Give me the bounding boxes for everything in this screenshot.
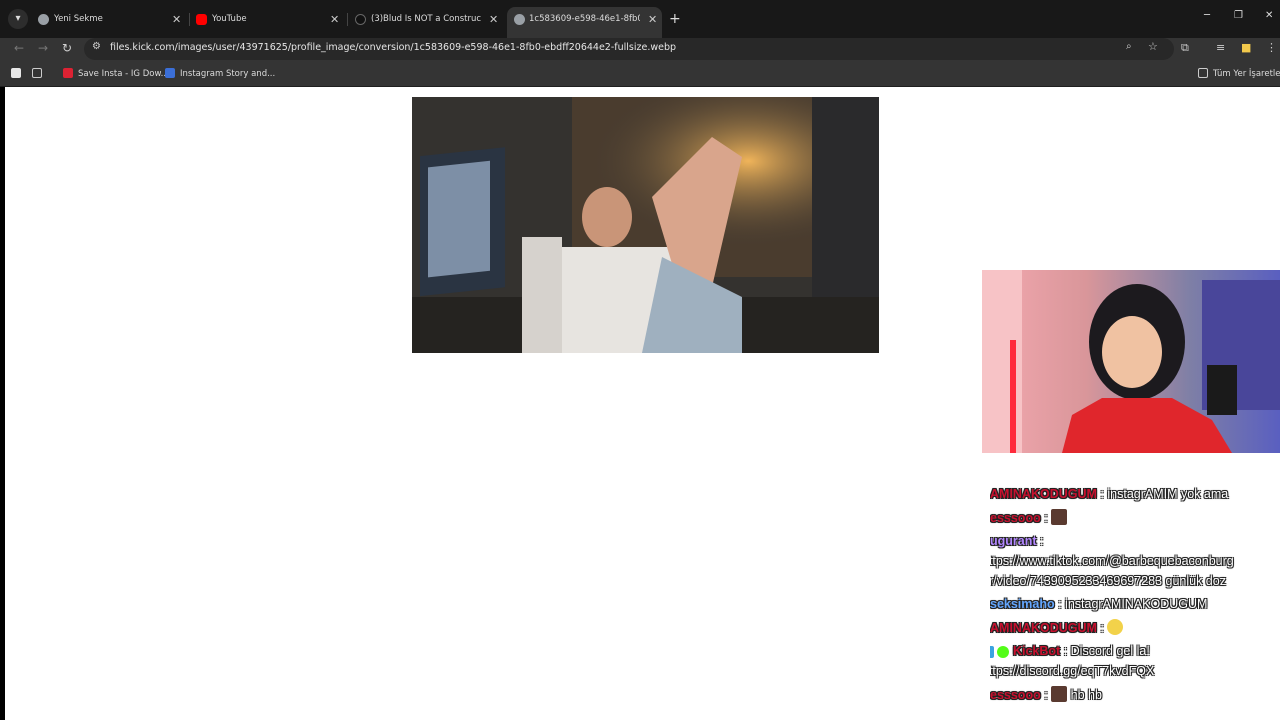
- chat-message: esssooo : hb hb: [990, 686, 1102, 702]
- extensions-icon[interactable]: ⧉: [1181, 41, 1189, 55]
- chat-username: KickBot: [1012, 644, 1061, 658]
- profile-icon[interactable]: ■: [1241, 41, 1251, 54]
- chat-message-continuation: er/video/7439095233469697283 günlük doz: [990, 571, 1272, 591]
- chat-overlay: AMINAKODUGUM : instagrAMIM yok ama essso…: [990, 477, 1280, 720]
- address-bar[interactable]: ⚙ files.kick.com/images/user/43971625/pr…: [84, 38, 1174, 60]
- tab-youtube[interactable]: YouTube ✕: [196, 7, 346, 32]
- chat-message: seksimaho : instagrAMINAKODUGUM: [990, 594, 1280, 614]
- tab-kick-image[interactable]: 1c583609-e598-46e1-8fb0-eb ✕: [507, 7, 662, 38]
- chat-text: : Discord gel la!: [1063, 644, 1150, 658]
- bookmarks-bar: Save Insta - IG Dow... Instagram Story a…: [0, 62, 1280, 86]
- restore-icon[interactable]: ❐: [1234, 10, 1243, 21]
- tab-search-button[interactable]: ▾: [8, 9, 28, 29]
- bookmark-star-icon[interactable]: ☆: [1148, 40, 1158, 53]
- chat-text: :: [1044, 511, 1048, 525]
- reload-icon[interactable]: ↻: [62, 41, 72, 55]
- chat-username: AMINAKODUGUM: [990, 487, 1097, 501]
- back-icon[interactable]: ←: [14, 41, 24, 55]
- tab-new-tab[interactable]: Yeni Sekme ✕: [38, 7, 188, 32]
- emote-icon: [1051, 686, 1068, 702]
- media-control-icon[interactable]: ≡: [1216, 41, 1225, 54]
- chat-text: : instagrAMINAKODUGUM: [1058, 597, 1208, 611]
- chat-username: AMINAKODUGUM: [990, 621, 1097, 635]
- chat-username: ugurant: [990, 534, 1037, 548]
- moderator-badge-icon: [990, 646, 994, 658]
- bookmark-label: Save Insta - IG Dow...: [78, 69, 169, 79]
- site-info-icon[interactable]: ⚙: [92, 41, 101, 52]
- chat-username: esssooo: [990, 688, 1041, 702]
- bookmark-label: Instagram Story and...: [180, 69, 276, 79]
- bookmark-instagram-story[interactable]: Instagram Story and...: [165, 68, 275, 79]
- chat-text: :: [1040, 534, 1044, 548]
- all-bookmarks[interactable]: Tüm Yer İşaretleri: [1198, 68, 1280, 79]
- menu-icon[interactable]: ⋮: [1266, 41, 1277, 54]
- verified-badge-icon: [997, 646, 1010, 658]
- chat-text: hb hb: [1070, 688, 1102, 702]
- chat-text: :: [1100, 621, 1104, 635]
- globe-icon: [514, 14, 525, 25]
- chat-message-continuation: https://discord.gg/eqT7kvdFQX: [990, 661, 1272, 681]
- close-icon[interactable]: ✕: [172, 7, 181, 32]
- chat-text: https://www.tiktok.com/@barbequebaconbur…: [990, 554, 1234, 568]
- tab-label: (3)Blud Is NOT a Construction D: [371, 14, 481, 24]
- apps-grid-icon[interactable]: [32, 68, 47, 79]
- url-text[interactable]: files.kick.com/images/user/43971625/prof…: [110, 42, 676, 53]
- chat-message: AMINAKODUGUM :: [990, 618, 1280, 638]
- bookmark-save-insta[interactable]: Save Insta - IG Dow...: [63, 68, 169, 79]
- zoom-icon[interactable]: ⌕: [1126, 41, 1132, 52]
- chat-message: KickBot : Discord gel la!: [990, 641, 1272, 661]
- tiktok-icon: [355, 14, 366, 25]
- chat-message: ugurant :: [990, 531, 1280, 551]
- forward-icon[interactable]: →: [38, 41, 48, 55]
- tab-tiktok[interactable]: (3)Blud Is NOT a Construction D ✕: [355, 7, 505, 32]
- chat-text: https://discord.gg/eqT7kvdFQX: [990, 664, 1155, 678]
- minimize-icon[interactable]: ─: [1204, 10, 1210, 21]
- smile-emote-icon: [1107, 619, 1124, 635]
- close-icon[interactable]: ✕: [330, 7, 339, 32]
- new-tab-button[interactable]: +: [669, 10, 681, 28]
- close-icon[interactable]: ✕: [489, 7, 498, 32]
- chat-message: esssooo :: [990, 508, 1280, 528]
- all-bookmarks-label: Tüm Yer İşaretleri: [1213, 69, 1280, 79]
- chrome-icon: [38, 14, 49, 25]
- tab-strip: ▾ Yeni Sekme ✕ YouTube ✕ (3)Blud Is NOT …: [0, 0, 1280, 38]
- tab-label: 1c583609-e598-46e1-8fb0-eb: [529, 14, 640, 24]
- page-content: AMINAKODUGUM : instagrAMIM yok ama essso…: [5, 87, 1280, 720]
- chat-username: esssooo: [990, 511, 1041, 525]
- bookmark-icon-white[interactable]: [11, 68, 26, 79]
- window-close-icon[interactable]: ✕: [1265, 10, 1273, 21]
- chat-text: er/video/7439095233469697283 günlük doz: [990, 574, 1226, 588]
- close-icon[interactable]: ✕: [648, 7, 657, 32]
- tab-separator: [189, 13, 190, 26]
- tab-label: YouTube: [212, 14, 247, 24]
- tab-label: Yeni Sekme: [54, 14, 103, 24]
- tab-separator: [347, 13, 348, 26]
- chat-message-continuation: https://www.tiktok.com/@barbequebaconbur…: [990, 551, 1272, 571]
- youtube-icon: [196, 14, 207, 25]
- profile-image: [412, 97, 879, 353]
- chat-text: : instagrAMIM yok ama: [1100, 487, 1229, 501]
- chat-message: AMINAKODUGUM : instagrAMIM yok ama: [990, 484, 1280, 504]
- emote-icon: [1051, 509, 1068, 525]
- browser-chrome: ▾ Yeni Sekme ✕ YouTube ✕ (3)Blud Is NOT …: [0, 0, 1280, 87]
- navigation-toolbar: ← → ↻ ⚙ files.kick.com/images/user/43971…: [0, 38, 1280, 62]
- chat-username: seksimaho: [990, 597, 1055, 611]
- streamer-webcam: [982, 270, 1280, 453]
